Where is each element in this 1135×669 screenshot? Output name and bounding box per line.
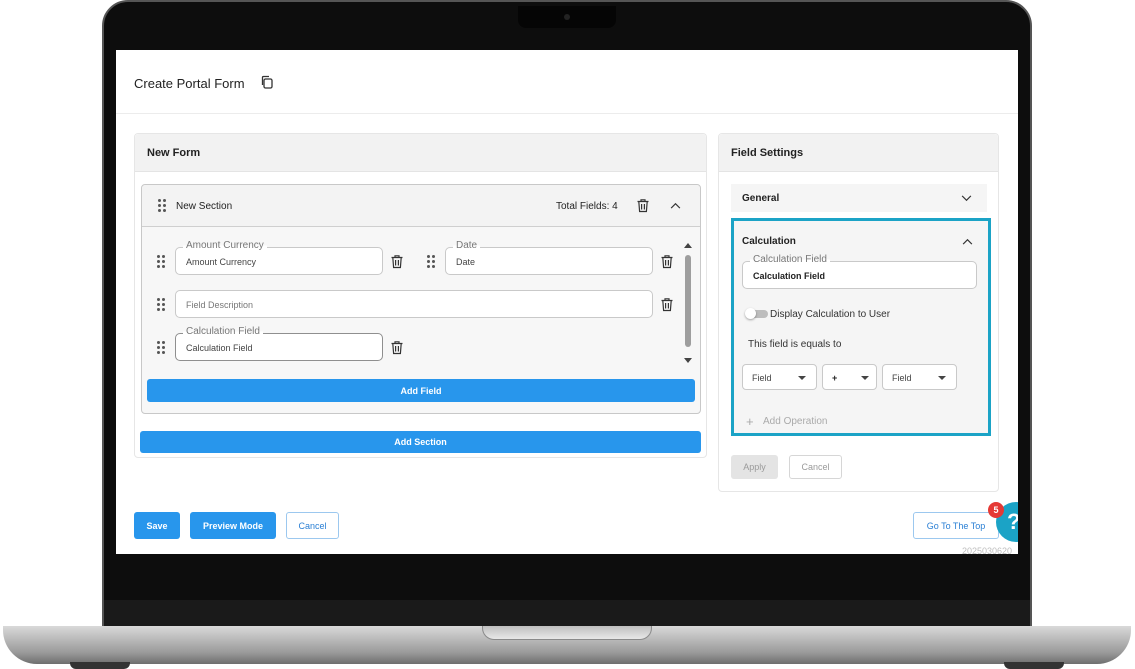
toggle-label: Display Calculation to User	[770, 309, 891, 320]
field-label: Calculation Field	[183, 326, 263, 337]
caret-down-icon	[861, 376, 869, 380]
delete-field-icon[interactable]	[660, 297, 674, 312]
version-text: 2025030620	[962, 546, 1013, 554]
laptop-foot-right	[1004, 662, 1064, 669]
field-value: Amount Currency	[186, 257, 257, 267]
scroll-down-arrow-icon[interactable]	[683, 357, 693, 365]
chevron-up-icon[interactable]	[670, 202, 681, 209]
operand-left-select[interactable]: Field	[742, 364, 817, 390]
general-accordion[interactable]: General	[731, 184, 987, 212]
add-operation-button[interactable]: + Add Operation	[746, 414, 856, 429]
add-section-button[interactable]: Add Section	[140, 431, 701, 453]
caret-down-icon	[798, 376, 806, 380]
calculation-field-input[interactable]: Calculation Field Calculation Field	[742, 254, 977, 289]
go-to-top-button[interactable]: Go To The Top	[913, 512, 999, 539]
cancel-button[interactable]: Cancel	[286, 512, 339, 539]
scroll-up-arrow-icon[interactable]	[683, 241, 693, 249]
toggle-knob	[745, 308, 756, 319]
question-mark-icon: ?	[1007, 509, 1018, 535]
section-title: New Section	[176, 201, 233, 212]
calculation-settings: Calculation Calculation Field Calculatio…	[731, 218, 991, 436]
laptop-bezel-bottom	[104, 600, 1030, 626]
scrollbar-thumb[interactable]	[685, 255, 691, 347]
amount-currency-field[interactable]: Amount Currency Amount Currency	[175, 240, 383, 275]
app-screen: Create Portal Form New Form New Section …	[116, 50, 1018, 554]
laptop-base-notch	[482, 626, 652, 640]
field-settings-header: Field Settings	[719, 134, 998, 172]
plus-icon: +	[746, 414, 754, 429]
operator-select[interactable]: +	[822, 364, 877, 390]
help-notification-badge: 5	[988, 502, 1004, 518]
caret-down-icon	[938, 376, 946, 380]
select-value: Field	[892, 373, 912, 383]
page-title: Create Portal Form	[134, 76, 245, 91]
form-panel-title: New Form	[147, 147, 201, 159]
copy-icon[interactable]	[260, 75, 274, 89]
laptop-foot-left	[70, 662, 130, 669]
add-operation-label: Add Operation	[763, 416, 828, 427]
field-label: Calculation Field	[750, 254, 830, 265]
field-label: Date	[453, 240, 481, 251]
field-settings-panel: Field Settings General Calculation Calcu…	[718, 133, 999, 492]
field-label: Amount Currency	[183, 240, 267, 251]
form-section: New Section Total Fields: 4 Amount Curre…	[141, 184, 701, 414]
form-panel: New Form New Section Total Fields: 4 Amo…	[134, 133, 707, 458]
settings-cancel-button[interactable]: Cancel	[789, 455, 842, 479]
drag-handle-icon[interactable]	[157, 298, 165, 311]
field-placeholder: Field Description	[186, 300, 254, 310]
apply-button[interactable]: Apply	[731, 455, 778, 479]
form-panel-header: New Form	[135, 134, 706, 172]
delete-section-icon[interactable]	[636, 198, 650, 213]
general-label: General	[742, 193, 780, 204]
chevron-down-icon	[961, 195, 972, 202]
page-header: Create Portal Form	[116, 50, 1018, 114]
drag-handle-icon[interactable]	[158, 199, 166, 212]
field-value: Date	[456, 257, 476, 267]
drag-handle-icon[interactable]	[157, 341, 165, 354]
equals-label: This field is equals to	[748, 339, 842, 350]
drag-handle-icon[interactable]	[427, 255, 435, 268]
select-value: Field	[752, 373, 772, 383]
delete-field-icon[interactable]	[660, 254, 674, 269]
camera-icon	[564, 14, 570, 20]
field-value: Calculation Field	[186, 343, 253, 353]
drag-handle-icon[interactable]	[157, 255, 165, 268]
field-description-input[interactable]: Field Description	[175, 290, 653, 318]
date-field[interactable]: Date Date	[445, 240, 653, 275]
field-settings-title: Field Settings	[731, 147, 804, 159]
section-header: New Section Total Fields: 4	[142, 185, 700, 227]
calculation-field[interactable]: Calculation Field Calculation Field	[175, 326, 383, 361]
total-fields-count: Total Fields: 4	[556, 201, 618, 212]
preview-mode-button[interactable]: Preview Mode	[190, 512, 276, 539]
chevron-up-icon[interactable]	[962, 238, 973, 245]
select-value: +	[832, 373, 838, 383]
add-field-button[interactable]: Add Field	[147, 379, 695, 402]
calculation-title: Calculation	[742, 236, 796, 247]
save-button[interactable]: Save	[134, 512, 180, 539]
operand-right-select[interactable]: Field	[882, 364, 957, 390]
field-value: Calculation Field	[753, 271, 826, 281]
delete-field-icon[interactable]	[390, 340, 404, 355]
delete-field-icon[interactable]	[390, 254, 404, 269]
